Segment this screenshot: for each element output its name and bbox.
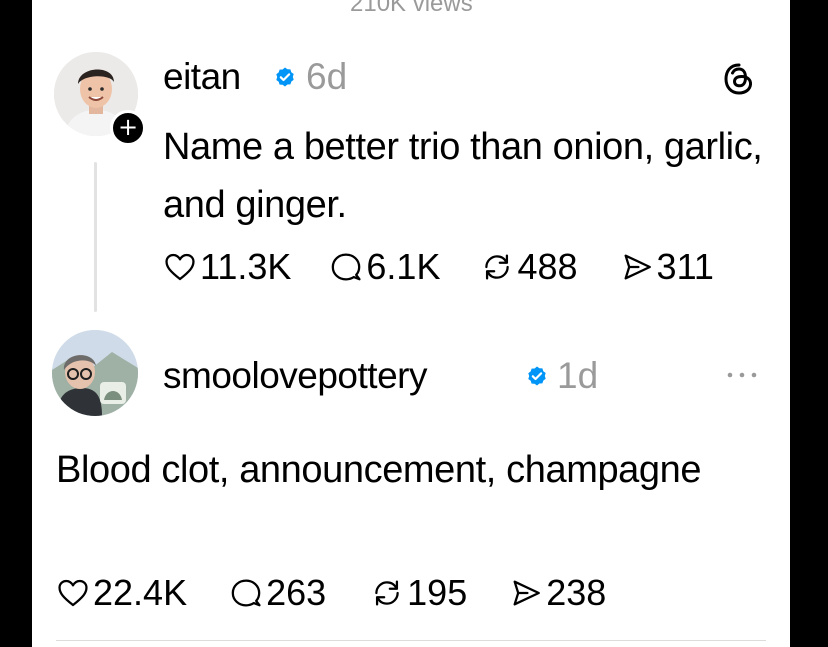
share-button[interactable]: 238 <box>509 572 606 614</box>
like-button[interactable]: 11.3K <box>163 246 291 288</box>
comment-bubble-icon <box>332 253 361 281</box>
post-actions: 22.4K 263 195 238 <box>56 572 606 614</box>
avatar[interactable] <box>52 330 138 416</box>
threads-screen: 210K views + eitan 6d Name a better trio… <box>32 0 790 647</box>
username[interactable]: eitan <box>163 56 241 98</box>
follow-plus-icon[interactable]: + <box>110 110 146 146</box>
post-text: Blood clot, announcement, champagne <box>56 449 702 491</box>
repost-count: 195 <box>407 572 468 613</box>
share-count: 311 <box>656 246 714 287</box>
post-actions: 11.3K 6.1K 488 311 <box>163 246 714 288</box>
like-count: 11.3K <box>200 246 292 287</box>
reply-button[interactable]: 6.1K <box>329 246 440 288</box>
comment-bubble-icon <box>231 579 261 607</box>
reply-button[interactable]: 263 <box>229 572 326 614</box>
post-divider <box>56 640 766 641</box>
repost-icon <box>485 254 510 280</box>
repost-button[interactable]: 195 <box>370 572 467 614</box>
post-text: Name a better trio than onion, garlic, a… <box>163 126 763 226</box>
repost-icon <box>375 580 399 606</box>
repost-count: 488 <box>517 246 578 287</box>
username[interactable]: smoolovepottery <box>163 355 427 397</box>
post-time: 1d <box>557 355 599 396</box>
like-button[interactable]: 22.4K <box>56 572 187 614</box>
heart-icon <box>58 579 88 607</box>
verified-badge-icon <box>276 67 294 87</box>
send-icon <box>624 254 651 280</box>
more-options-icon[interactable] <box>722 370 762 380</box>
like-count: 22.4K <box>93 572 188 613</box>
verified-badge-icon <box>528 366 546 386</box>
send-icon <box>513 580 541 606</box>
heart-icon <box>165 253 195 281</box>
post-time: 6d <box>306 56 348 97</box>
view-count: 210K views <box>350 0 473 17</box>
avatar-photo <box>52 330 138 416</box>
share-count: 238 <box>546 572 607 613</box>
share-button[interactable]: 311 <box>620 246 714 288</box>
reply-count: 263 <box>266 572 327 613</box>
repost-button[interactable]: 488 <box>480 246 578 288</box>
threads-logo-icon[interactable] <box>722 62 756 96</box>
thread-connector-line <box>94 162 97 312</box>
reply-count: 6.1K <box>366 246 441 287</box>
